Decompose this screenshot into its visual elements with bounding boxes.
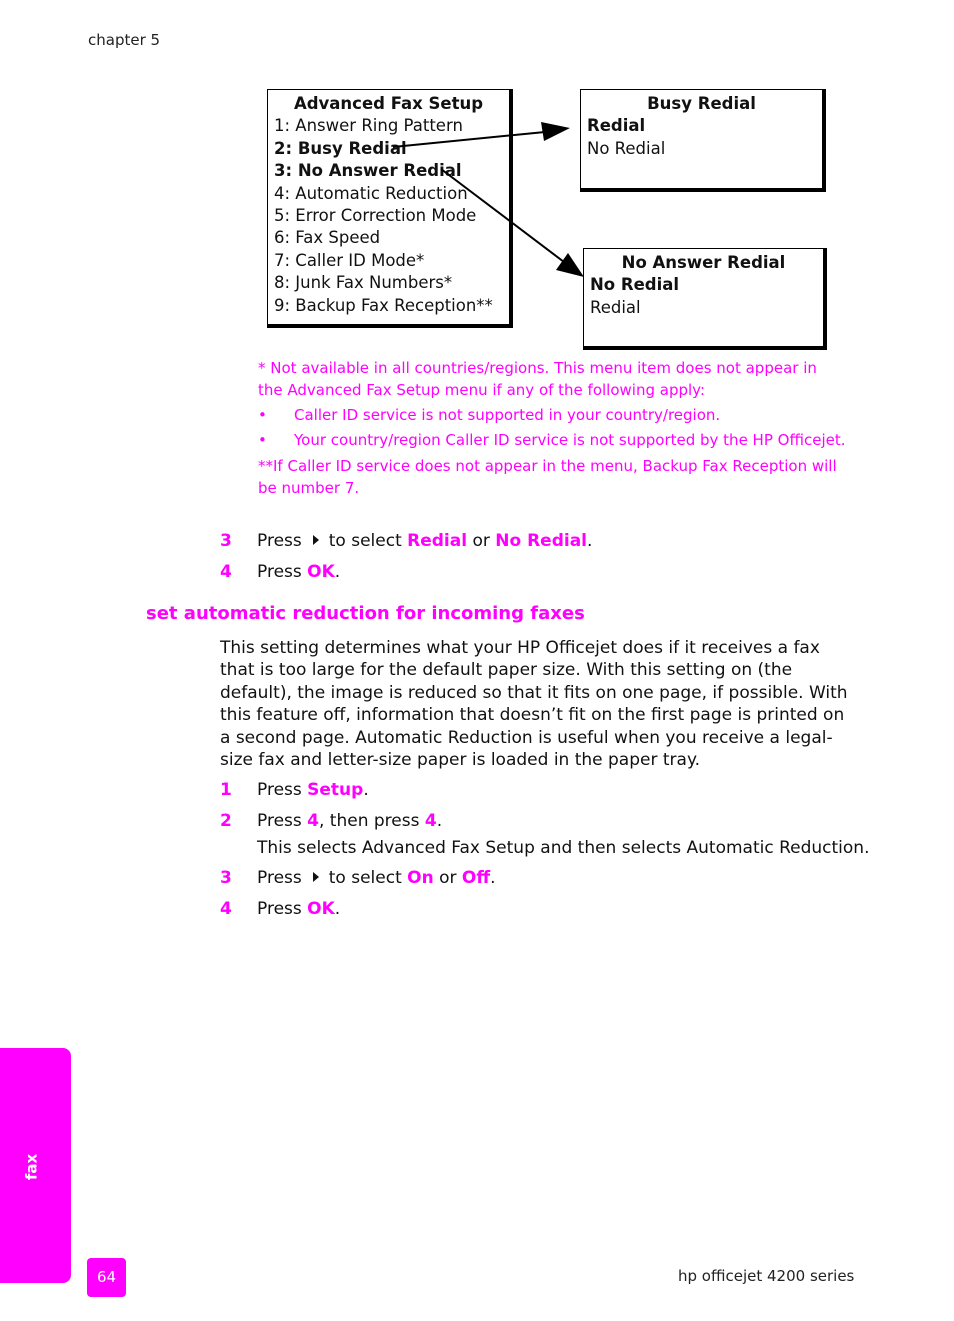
chapter-header: chapter 5 [88,31,161,49]
submenu-option: No Redial [587,138,666,158]
step-text: , then press [319,811,420,831]
keyword-redial: Redial [407,531,468,551]
menu-item-no-answer-redial: 3: No Answer Redial [274,161,462,181]
step-number: 3 [220,531,232,551]
footer-product: hp officejet 4200 series [678,1267,855,1285]
menu-item: 8: Junk Fax Numbers* [274,273,453,293]
menu-item: 1: Answer Ring Pattern [274,116,463,136]
page-number: 64 [87,1258,126,1297]
bullet-text: Your country/region Caller ID service is… [294,431,846,449]
bullet-item: • Caller ID service is not supported in … [258,404,838,426]
right-arrow-icon [312,535,319,545]
punct: . [587,531,593,551]
bullet-icon: • [258,406,267,424]
menu-item: 7: Caller ID Mode* [274,250,425,270]
arrowhead-icon [541,122,570,141]
step-text: Press [257,868,302,888]
step-2-explanation: This selects Advanced Fax Setup and then… [257,838,870,858]
footnote-caller-id: * Not available in all countries/regions… [258,359,817,399]
section-heading: set automatic reduction for incoming fax… [146,603,585,624]
bullet-text: Caller ID service is not supported in yo… [294,406,721,424]
step-text: or [439,868,457,888]
right-arrow-icon [312,872,319,882]
bullet-icon: • [258,431,267,449]
step-text: Press [257,562,302,582]
submenu-title: Busy Redial [647,94,756,113]
step-number: 1 [220,780,232,800]
step-text: Press [257,899,302,919]
punct: . [490,868,496,888]
step-number: 4 [220,899,232,919]
menu-title: Advanced Fax Setup [293,94,484,113]
keyword-no-redial: No Redial [495,531,588,551]
busy-redial-submenu: Busy Redial Redial No Redial [580,89,826,192]
punct: . [363,780,369,800]
keyword-4: 4 [424,811,437,831]
menu-item-busy-redial: 2: Busy Redial [274,138,407,158]
submenu-option: Redial [590,297,641,317]
menu-item: 5: Error Correction Mode [274,206,477,226]
step-text: Press [257,811,302,831]
no-answer-redial-submenu: No Answer Redial No Redial Redial [583,248,827,350]
keyword-off: Off [461,868,491,888]
step-number: 4 [220,562,232,582]
punct: . [334,899,341,919]
section-paragraph: This setting determines what your HP Off… [220,638,848,771]
step-number: 2 [220,811,232,831]
punct: . [436,811,443,831]
side-tab-label: fax [22,1153,41,1181]
submenu-option-selected: Redial [587,116,646,136]
advanced-fax-setup-menu: Advanced Fax Setup 1: Answer Ring Patter… [267,89,513,328]
step-number: 3 [220,868,232,888]
keyword-on: On [407,868,434,888]
menu-item: 9: Backup Fax Reception** [274,295,493,315]
step-text: Press [257,531,302,551]
step-text: or [472,531,490,551]
keyword-ok: OK [307,562,335,582]
keyword-ok: OK [307,899,335,919]
keyword-setup: Setup [307,780,364,800]
footnote-backup-fax: **If Caller ID service does not appear i… [258,457,837,497]
submenu-option-selected: No Redial [590,275,680,295]
menu-item: 4: Automatic Reduction [274,183,468,203]
step-text: Press [257,780,302,800]
step-text: to select [328,868,402,888]
punct: . [334,562,341,582]
bullet-item: • Your country/region Caller ID service … [258,429,845,451]
arrowhead-icon [556,253,584,277]
step-text: to select [328,531,402,551]
menu-item: 6: Fax Speed [274,228,381,248]
keyword-4: 4 [307,811,319,831]
submenu-title: No Answer Redial [621,253,786,272]
